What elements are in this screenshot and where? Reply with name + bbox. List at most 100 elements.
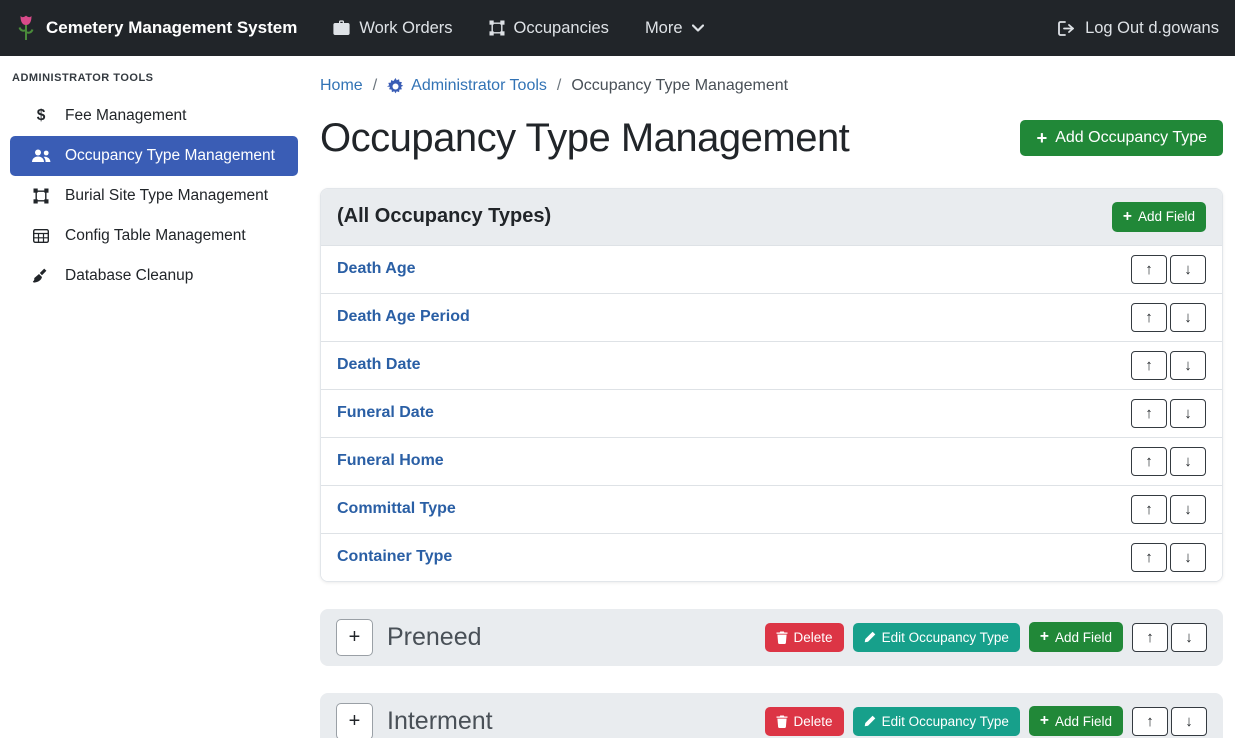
plus-icon: +	[1040, 629, 1049, 645]
sidebar-item-label: Burial Site Type Management	[65, 187, 268, 205]
trash-icon	[776, 631, 788, 644]
delete-button[interactable]: Delete	[765, 623, 844, 652]
add-field-button[interactable]: + Add Field	[1029, 622, 1123, 652]
add-field-label: Add Field	[1055, 714, 1112, 729]
nav-work-orders[interactable]: Work Orders	[333, 19, 452, 38]
add-field-button[interactable]: + Add Field	[1029, 706, 1123, 736]
field-link-death-age-period[interactable]: Death Age Period	[337, 308, 470, 326]
move-down-button[interactable]: ↓	[1170, 543, 1206, 572]
section-title: Preneed	[387, 623, 482, 652]
breadcrumb-separator: /	[557, 74, 561, 98]
move-down-button[interactable]: ↓	[1171, 707, 1207, 736]
broom-icon	[30, 268, 52, 284]
move-up-button[interactable]: ↑	[1131, 495, 1167, 524]
field-row: Funeral Home ↑ ↓	[321, 437, 1222, 485]
move-down-button[interactable]: ↓	[1170, 303, 1206, 332]
sidebar-item-database-cleanup[interactable]: Database Cleanup	[10, 256, 298, 296]
gear-icon	[387, 78, 404, 95]
move-down-button[interactable]: ↓	[1170, 447, 1206, 476]
move-up-button[interactable]: ↑	[1132, 623, 1168, 652]
move-down-button[interactable]: ↓	[1170, 495, 1206, 524]
sidebar-item-label: Database Cleanup	[65, 267, 193, 285]
move-up-button[interactable]: ↑	[1131, 543, 1167, 572]
breadcrumb: Home / Administrator Tools / Occupancy T…	[320, 74, 1223, 98]
field-row: Death Date ↑ ↓	[321, 341, 1222, 389]
delete-label: Delete	[794, 714, 833, 729]
chevron-down-icon	[692, 24, 704, 32]
add-field-label: Add Field	[1138, 209, 1195, 224]
field-row: Container Type ↑ ↓	[321, 533, 1222, 581]
field-link-funeral-home[interactable]: Funeral Home	[337, 452, 444, 470]
sidebar-item-fee-management[interactable]: $ Fee Management	[10, 96, 298, 136]
move-down-button[interactable]: ↓	[1171, 623, 1207, 652]
expand-button[interactable]: +	[336, 619, 373, 656]
top-navbar: Cemetery Management System Work Orders	[0, 0, 1235, 56]
breadcrumb-separator: /	[373, 74, 377, 98]
sidebar-item-occupancy-type-management[interactable]: Occupancy Type Management	[10, 136, 298, 176]
reorder-controls: ↑ ↓	[1131, 399, 1206, 428]
move-up-button[interactable]: ↑	[1131, 303, 1167, 332]
section-actions: Delete Edit Occupancy Type + Add Field ↑	[765, 706, 1207, 736]
reorder-controls: ↑ ↓	[1131, 447, 1206, 476]
move-down-button[interactable]: ↓	[1170, 351, 1206, 380]
app-brand[interactable]: Cemetery Management System	[16, 13, 297, 43]
edit-occupancy-type-label: Edit Occupancy Type	[882, 630, 1009, 645]
section-actions: Delete Edit Occupancy Type + Add Field ↑	[765, 622, 1207, 652]
pencil-icon	[864, 715, 876, 727]
sidebar-item-burial-site-type-management[interactable]: Burial Site Type Management	[10, 176, 298, 216]
add-field-button[interactable]: + Add Field	[1112, 202, 1206, 232]
expand-button[interactable]: +	[336, 703, 373, 738]
move-up-button[interactable]: ↑	[1132, 707, 1168, 736]
nav-work-orders-label: Work Orders	[359, 19, 452, 38]
sidebar-item-label: Config Table Management	[65, 227, 246, 245]
sidebar-item-config-table-management[interactable]: Config Table Management	[10, 216, 298, 256]
dollar-icon: $	[30, 107, 52, 125]
reorder-controls: ↑ ↓	[1131, 543, 1206, 572]
breadcrumb-current: Occupancy Type Management	[571, 74, 788, 98]
section-title: Interment	[387, 707, 493, 736]
move-down-button[interactable]: ↓	[1170, 399, 1206, 428]
logout-icon	[1058, 21, 1076, 36]
nav-more[interactable]: More	[645, 19, 704, 38]
field-link-death-age[interactable]: Death Age	[337, 260, 416, 278]
move-down-button[interactable]: ↓	[1170, 255, 1206, 284]
reorder-controls: ↑ ↓	[1132, 623, 1207, 652]
edit-occupancy-type-button[interactable]: Edit Occupancy Type	[853, 707, 1020, 736]
field-link-funeral-date[interactable]: Funeral Date	[337, 404, 434, 422]
field-row: Committal Type ↑ ↓	[321, 485, 1222, 533]
reorder-controls: ↑ ↓	[1132, 707, 1207, 736]
reorder-controls: ↑ ↓	[1131, 495, 1206, 524]
field-link-committal-type[interactable]: Committal Type	[337, 500, 456, 518]
occupancy-type-section-preneed: + Preneed Delete	[320, 609, 1223, 666]
app-title: Cemetery Management System	[46, 18, 297, 38]
table-icon	[30, 229, 52, 243]
add-occupancy-type-button[interactable]: + Add Occupancy Type	[1020, 120, 1223, 156]
field-row: Death Age ↑ ↓	[321, 245, 1222, 293]
pencil-icon	[864, 631, 876, 643]
move-up-button[interactable]: ↑	[1131, 447, 1167, 476]
delete-label: Delete	[794, 630, 833, 645]
reorder-controls: ↑ ↓	[1131, 255, 1206, 284]
sidebar: Administrator Tools $ Fee Management Occ…	[0, 56, 308, 738]
page-title: Occupancy Type Management	[320, 114, 849, 162]
vector-square-icon	[489, 20, 505, 36]
vector-square-icon	[30, 188, 52, 204]
breadcrumb-home-link[interactable]: Home	[320, 74, 363, 98]
move-up-button[interactable]: ↑	[1131, 255, 1167, 284]
nav-occupancies-label: Occupancies	[514, 19, 609, 38]
edit-occupancy-type-button[interactable]: Edit Occupancy Type	[853, 623, 1020, 652]
logout-button[interactable]: Log Out d.gowans	[1058, 19, 1219, 38]
toolbox-icon	[333, 20, 350, 36]
delete-button[interactable]: Delete	[765, 707, 844, 736]
breadcrumb-admin-tools-label: Administrator Tools	[411, 74, 547, 98]
trash-icon	[776, 715, 788, 728]
field-link-container-type[interactable]: Container Type	[337, 548, 452, 566]
sidebar-heading: Administrator Tools	[0, 64, 308, 96]
nav-occupancies[interactable]: Occupancies	[489, 19, 609, 38]
move-up-button[interactable]: ↑	[1131, 351, 1167, 380]
move-up-button[interactable]: ↑	[1131, 399, 1167, 428]
breadcrumb-admin-tools-link[interactable]: Administrator Tools	[387, 74, 547, 98]
nav-more-label: More	[645, 19, 683, 38]
field-row: Funeral Date ↑ ↓	[321, 389, 1222, 437]
field-link-death-date[interactable]: Death Date	[337, 356, 421, 374]
